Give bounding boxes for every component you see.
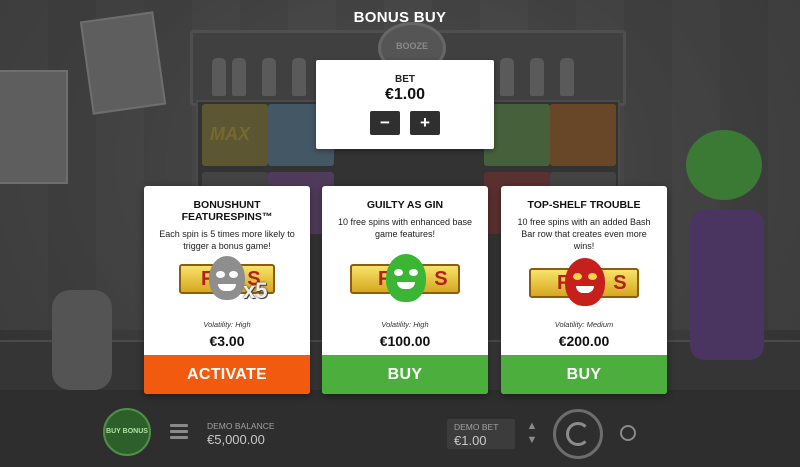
bonus-card-bonushunt: BONUSHUNT FEATURESPINS™ Each spin is 5 t… [144, 186, 310, 394]
spin-button[interactable] [553, 409, 603, 459]
bet-stepper: − + [316, 111, 494, 135]
card-title: TOP-SHELF TROUBLE [527, 199, 641, 211]
demo-bet-label: DEMO BET [454, 422, 499, 432]
mouth-icon [397, 282, 415, 289]
top-shelf-trouble-image: FS [529, 258, 639, 308]
chevron-up-icon[interactable]: ▲ [524, 419, 540, 433]
bet-value: €1.00 [384, 86, 426, 103]
background-reel-cell [550, 104, 616, 166]
background-reel-cell: MAX [202, 104, 268, 166]
demo-bet-value: €1.00 [454, 433, 487, 448]
activate-button[interactable]: ACTIVATE [144, 355, 310, 394]
bet-decrease-button[interactable]: − [370, 111, 400, 135]
background-bottle [560, 58, 574, 96]
chevron-down-icon[interactable]: ▼ [524, 433, 540, 447]
background-bottle [232, 58, 246, 96]
eye-icon [409, 269, 418, 276]
devil-head [686, 130, 762, 200]
mouth-icon [576, 286, 594, 293]
card-price: €100.00 [379, 333, 431, 349]
background-logo-label: BOOZE [395, 41, 428, 51]
background-bottle [262, 58, 276, 96]
buy-button[interactable]: BUY [322, 355, 488, 394]
background-bottle [292, 58, 306, 96]
background-bottle [530, 58, 544, 96]
background-max-label: MAX [210, 124, 250, 144]
demo-balance-label: DEMO BALANCE [207, 421, 275, 431]
background-poster [79, 11, 167, 115]
card-price: €200.00 [558, 333, 610, 349]
card-price: €3.00 [209, 333, 245, 349]
card-volatility: Volatility: High [381, 320, 429, 329]
demo-balance-value: €5,000.00 [207, 432, 265, 447]
menu-icon[interactable] [170, 424, 188, 440]
devil-body [690, 210, 764, 360]
card-title: BONUSHUNT FEATURESPINS™ [181, 199, 273, 223]
background-character-left [52, 290, 112, 390]
red-devil-face-icon [565, 258, 605, 306]
background-poster [0, 70, 68, 184]
guilty-as-gin-image: FS [350, 254, 460, 304]
card-description: 10 free spins with enhanced base game fe… [337, 217, 473, 239]
background-devil-bartender [670, 130, 780, 390]
eye-icon [394, 269, 403, 276]
bet-arrows: ▲ ▼ [524, 419, 540, 449]
bonushunt-featurespins-image: FS x5 [179, 256, 275, 303]
bet-increase-button[interactable]: + [410, 111, 440, 135]
card-description: 10 free spins with an added Bash Bar row… [517, 217, 651, 251]
eye-icon [573, 273, 582, 280]
demo-bet[interactable]: DEMO BET €1.00 [447, 419, 515, 449]
multiplier-label: x5 [243, 278, 268, 303]
green-devil-face-icon [386, 254, 426, 302]
buy-bonus-label: BUY BONUS [106, 428, 148, 435]
bet-label: BET [395, 74, 415, 85]
card-title: GUILTY AS GIN [366, 199, 444, 211]
grey-devil-face-icon [209, 256, 245, 300]
bonus-card-top-shelf-trouble: TOP-SHELF TROUBLE 10 free spins with an … [501, 186, 667, 394]
mouth-icon [218, 284, 236, 291]
autoplay-icon[interactable] [620, 425, 636, 441]
card-volatility: Volatility: High [203, 320, 251, 329]
eye-icon [588, 273, 597, 280]
spin-arrow-icon [566, 422, 590, 446]
bonus-card-guilty-as-gin: GUILTY AS GIN 10 free spins with enhance… [322, 186, 488, 394]
buy-button[interactable]: BUY [501, 355, 667, 394]
demo-balance: DEMO BALANCE €5,000.00 [207, 421, 275, 447]
background-bottle [212, 58, 226, 96]
eye-icon [229, 271, 238, 278]
background-bottle [500, 58, 514, 96]
bonus-buy-title: BONUS BUY [353, 9, 447, 26]
eye-icon [216, 271, 225, 278]
buy-bonus-button[interactable]: BUY BONUS [103, 408, 151, 456]
card-description: Each spin is 5 times more likely to trig… [159, 229, 295, 251]
bet-panel: BET €1.00 − + [316, 60, 494, 149]
card-volatility: Volatility: Medium [554, 320, 614, 329]
